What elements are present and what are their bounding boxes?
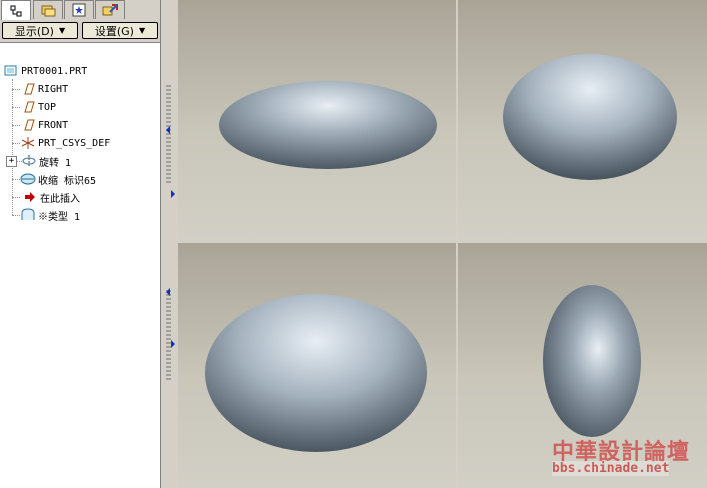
viewport-top-left[interactable] (178, 0, 456, 241)
model-tree-icon (10, 5, 22, 16)
expand-plus-icon[interactable]: + (6, 155, 17, 167)
datum-plane-icon (20, 100, 36, 114)
tree-item-label: RIGHT (38, 83, 69, 95)
tab-connections[interactable] (95, 0, 125, 19)
splitter-grip[interactable] (166, 290, 171, 380)
style-feature-icon (20, 208, 36, 222)
splitter-grip[interactable] (166, 85, 171, 185)
datum-plane-icon (20, 82, 36, 96)
show-menu-button[interactable]: 显示(D) ▼ (2, 22, 78, 39)
navigator-tabs (0, 0, 160, 20)
settings-menu-label: 设置(G) (94, 24, 134, 38)
part-icon (3, 64, 19, 78)
shrink-feature-icon (20, 172, 36, 186)
settings-menu-button[interactable]: 设置(G) ▼ (82, 22, 158, 39)
chevron-down-icon: ▼ (138, 26, 146, 35)
tree-item-label: 收缩 标识65 (38, 175, 97, 187)
revolve-feature-icon (21, 154, 37, 168)
show-menu-label: 显示(D) (14, 24, 54, 38)
tree-item-right-plane[interactable]: RIGHT (20, 81, 68, 97)
coordinate-system-icon (20, 136, 36, 150)
viewport-top-right[interactable] (458, 0, 707, 241)
tree-item-front-plane[interactable]: FRONT (20, 117, 68, 133)
watermark-url: bbs.chinade.net (552, 461, 670, 476)
tree-item-label: FRONT (38, 119, 69, 131)
tree-item-revolve[interactable]: + 旋转 1 (6, 153, 71, 169)
tree-item-label: ※类型 1 (38, 211, 81, 223)
tree-item-insert-here[interactable]: 在此插入 (22, 189, 80, 205)
navigator-toolbar: 显示(D) ▼ 设置(G) ▼ (0, 20, 160, 42)
chevron-down-icon: ▼ (58, 26, 66, 35)
tree-item-label: 旋转 1 (39, 157, 72, 169)
viewport-bottom-left[interactable] (178, 243, 456, 488)
ellipsoid-oval-render (205, 294, 427, 452)
tree-item-label: 在此插入 (40, 193, 80, 205)
model-tree: PRT0001.PRT RIGHT TOP FRONT PRT_CSYS_DEF… (0, 42, 160, 488)
tab-favorites[interactable] (64, 0, 94, 19)
ellipsoid-flat-render (219, 81, 437, 169)
expand-right-icon[interactable] (171, 190, 175, 198)
tree-item-style[interactable]: ※类型 1 (20, 207, 80, 223)
tab-folder-browser[interactable] (33, 0, 63, 19)
tree-item-part[interactable]: PRT0001.PRT (3, 63, 87, 79)
tree-item-csys[interactable]: PRT_CSYS_DEF (20, 135, 110, 151)
tree-item-shrink[interactable]: 收缩 标识65 (20, 171, 96, 187)
insert-here-arrow-icon (22, 190, 38, 204)
datum-plane-icon (20, 118, 36, 132)
collapse-left-icon[interactable] (166, 288, 170, 296)
tree-item-label: TOP (38, 101, 57, 113)
panel-splitter[interactable] (160, 0, 177, 488)
tab-model-tree[interactable] (1, 0, 31, 20)
folder-icon (41, 5, 56, 17)
tree-item-label: PRT_CSYS_DEF (38, 137, 111, 149)
tree-item-top-plane[interactable]: TOP (20, 99, 56, 115)
tree-item-label: PRT0001.PRT (21, 65, 88, 77)
expand-right-icon[interactable] (171, 340, 175, 348)
favorites-star-icon (72, 3, 86, 17)
collapse-left-icon[interactable] (166, 126, 170, 134)
ellipsoid-round-render (503, 54, 677, 180)
connections-icon (102, 4, 118, 16)
